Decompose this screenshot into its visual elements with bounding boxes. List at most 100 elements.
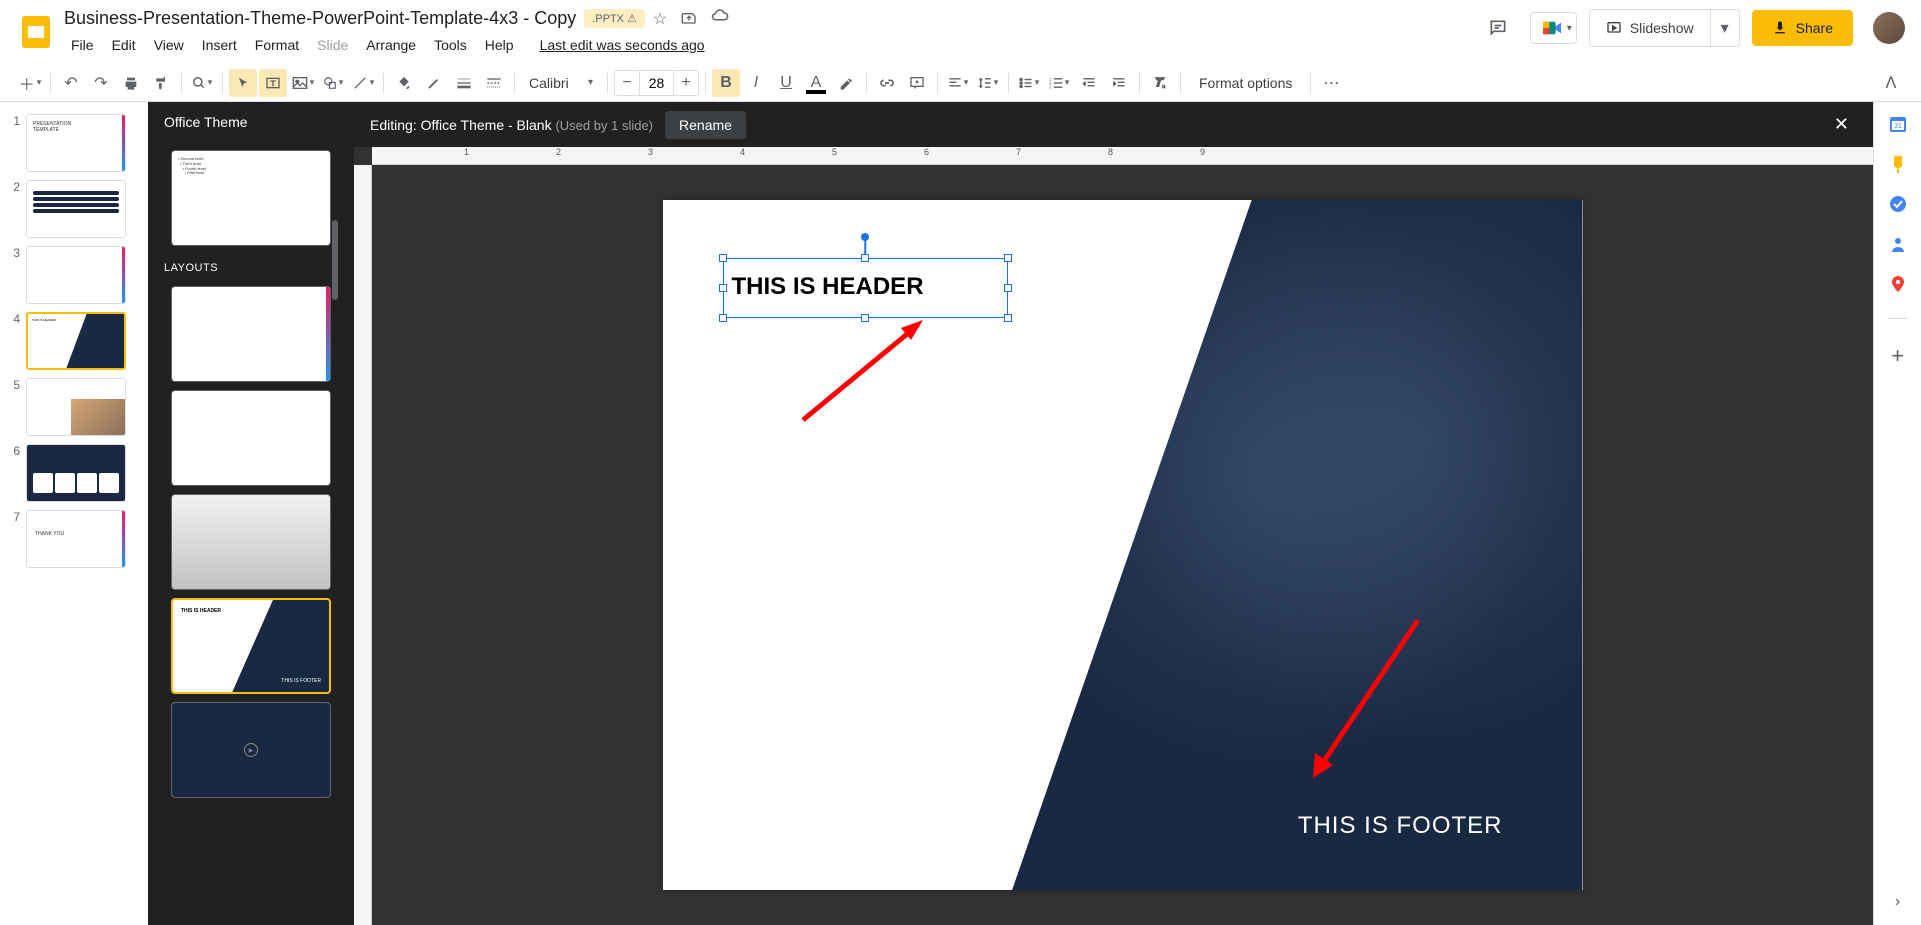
slide-thumb-1[interactable]: PRESENTATIONTEMPLATE [26,114,126,172]
more-button[interactable]: ⋯ [1317,69,1345,97]
comments-icon[interactable] [1478,8,1518,48]
slide-thumb-3[interactable] [26,246,126,304]
slides-app-icon[interactable] [16,12,56,52]
bold-button[interactable]: B [712,69,740,97]
collapse-toolbar-button[interactable]: ᐱ [1877,69,1905,97]
share-button[interactable]: Share [1752,10,1853,46]
maps-icon[interactable] [1888,274,1908,294]
clear-formatting-button[interactable] [1146,69,1174,97]
indent-increase-button[interactable] [1105,69,1133,97]
line-spacing-button[interactable] [974,69,1002,97]
header-text[interactable]: THIS IS HEADER [724,259,1007,315]
slide-thumb-5[interactable] [26,378,126,436]
resize-handle-tc[interactable] [861,254,869,262]
layouts-label: LAYOUTS [148,254,354,278]
highlight-button[interactable] [832,69,860,97]
menu-edit[interactable]: Edit [105,33,143,57]
border-weight-button[interactable] [450,69,478,97]
text-color-button[interactable]: A [802,69,830,97]
font-size-increase[interactable]: + [674,71,698,95]
new-slide-button[interactable]: ＋ [16,69,44,97]
border-dash-button[interactable] [480,69,508,97]
select-tool[interactable] [229,69,257,97]
menu-file[interactable]: File [64,33,101,57]
image-tool[interactable] [289,69,317,97]
font-size-input[interactable] [639,71,674,95]
footer-text: THIS IS FOOTER [1298,812,1503,840]
slideshow-button[interactable]: Slideshow ▾ [1589,9,1740,47]
numbered-list-button[interactable]: 123 [1045,69,1073,97]
calendar-icon[interactable]: 31 [1888,114,1908,134]
rename-button[interactable]: Rename [665,111,746,139]
fill-color-button[interactable] [390,69,418,97]
scrollbar-thumb[interactable] [332,220,338,300]
ruler-horizontal[interactable]: 1 2 3 4 5 6 7 8 9 [372,147,1873,165]
menu-tools[interactable]: Tools [427,33,474,57]
menu-arrange[interactable]: Arrange [359,33,423,57]
slide-thumb-7[interactable]: THANK YOU [26,510,126,568]
master-layout-thumb[interactable]: • Second level • Third level • Fourth le… [171,150,331,246]
ruler-vertical[interactable] [354,165,372,925]
editor-title: Editing: Office Theme - Blank (Used by 1… [370,117,653,133]
underline-button[interactable]: U [772,69,800,97]
rotate-handle[interactable] [861,233,869,241]
insert-link-button[interactable] [873,69,901,97]
slide-thumb-2[interactable] [26,180,126,238]
menu-help[interactable]: Help [478,33,521,57]
cloud-status-icon[interactable] [711,9,729,29]
resize-handle-br[interactable] [1004,314,1012,322]
layout-thumb-5[interactable]: ▸ [171,702,331,798]
paint-format-button[interactable] [147,69,175,97]
format-options-button[interactable]: Format options [1187,75,1304,91]
menu-slide[interactable]: Slide [310,33,355,57]
resize-handle-tr[interactable] [1004,254,1012,262]
contacts-icon[interactable] [1888,234,1908,254]
document-title[interactable]: Business-Presentation-Theme-PowerPoint-T… [64,8,576,29]
resize-handle-ml[interactable] [719,284,727,292]
align-button[interactable] [944,69,972,97]
meet-button[interactable]: ▾ [1530,12,1577,44]
undo-button[interactable]: ↶ [57,69,85,97]
redo-button[interactable]: ↷ [87,69,115,97]
font-select[interactable]: Calibri▾ [521,75,601,91]
layout-thumb-2[interactable] [171,390,331,486]
indent-decrease-button[interactable] [1075,69,1103,97]
user-avatar[interactable] [1873,12,1905,44]
move-icon[interactable] [681,9,697,29]
collapse-rail-icon[interactable]: › [1888,893,1908,913]
keep-icon[interactable] [1888,154,1908,174]
insert-comment-button[interactable] [903,69,931,97]
menu-insert[interactable]: Insert [195,33,244,57]
resize-handle-bl[interactable] [719,314,727,322]
add-addon-icon[interactable]: + [1888,343,1908,363]
menu-format[interactable]: Format [248,33,306,57]
menu-view[interactable]: View [147,33,191,57]
slide-thumb-4[interactable]: THIS IS HEADER [26,312,126,370]
slide-canvas[interactable]: THIS IS HEADER THIS IS FOOTER [663,200,1583,890]
side-rail: 31 + › [1873,102,1921,925]
bullet-list-button[interactable] [1015,69,1043,97]
font-size-decrease[interactable]: − [615,71,639,95]
format-badge[interactable]: .PPTX ⚠ [584,9,645,28]
italic-button[interactable]: I [742,69,770,97]
close-editor-button[interactable]: ✕ [1826,110,1857,139]
slideshow-dropdown[interactable]: ▾ [1710,10,1739,46]
line-tool[interactable] [349,69,377,97]
border-color-button[interactable] [420,69,448,97]
slide-filmstrip[interactable]: 1PRESENTATIONTEMPLATE 2 3 4THIS IS HEADE… [0,102,148,925]
layout-thumb-1[interactable] [171,286,331,382]
star-icon[interactable]: ☆ [653,9,667,29]
layout-thumb-3[interactable] [171,494,331,590]
resize-handle-tl[interactable] [719,254,727,262]
tasks-icon[interactable] [1888,194,1908,214]
zoom-button[interactable] [188,69,216,97]
layout-thumb-4-selected[interactable]: THIS IS HEADERTHIS IS FOOTER [171,598,331,694]
resize-handle-bc[interactable] [861,314,869,322]
textbox-tool[interactable] [259,69,287,97]
print-button[interactable] [117,69,145,97]
shape-tool[interactable] [319,69,347,97]
slide-thumb-6[interactable] [26,444,126,502]
resize-handle-mr[interactable] [1004,284,1012,292]
last-edit-link[interactable]: Last edit was seconds ago [533,33,712,57]
header-textbox-selected[interactable]: THIS IS HEADER [723,258,1008,318]
